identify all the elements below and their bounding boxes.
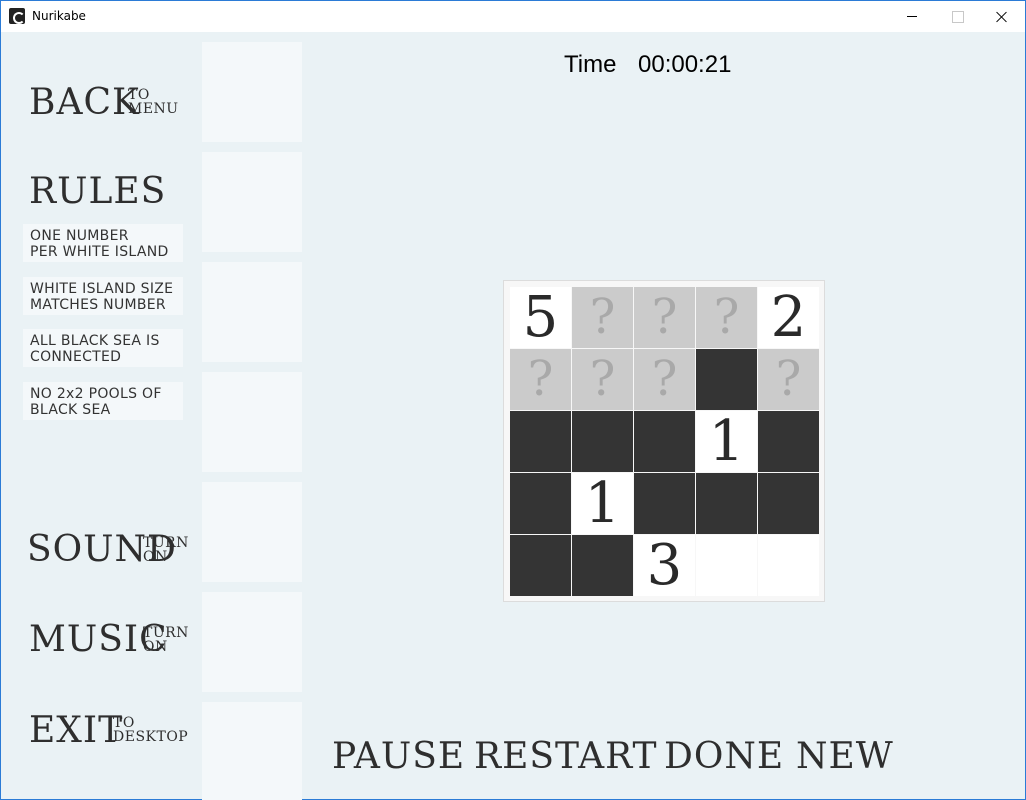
board-cell[interactable]	[634, 473, 695, 534]
title-bar: Nurikabe	[1, 1, 1025, 32]
back-label: BACK	[29, 82, 140, 123]
board-cell[interactable]	[510, 473, 571, 534]
maximize-icon[interactable]	[934, 1, 980, 32]
rule-line: PER WHITE ISLAND	[30, 244, 169, 260]
rule-line: WHITE ISLAND SIZE	[30, 281, 174, 297]
rule-line: MATCHES NUMBER	[30, 297, 166, 313]
side-tile	[202, 702, 302, 800]
side-tile	[202, 262, 302, 362]
rule-item: ONE NUMBER PER WHITE ISLAND	[23, 224, 183, 262]
rules-heading: RULES	[29, 171, 167, 212]
board-cell[interactable]: ?	[696, 287, 757, 348]
minimize-icon[interactable]	[889, 1, 935, 32]
board-cell[interactable]	[510, 535, 571, 596]
side-tile	[202, 592, 302, 692]
rule-item: WHITE ISLAND SIZE MATCHES NUMBER	[23, 277, 183, 315]
close-icon[interactable]	[979, 1, 1025, 32]
board-cell[interactable]	[758, 535, 819, 596]
board-cell[interactable]	[572, 411, 633, 472]
music-small-top: TURN	[143, 625, 189, 641]
back-small-top: TO	[128, 87, 150, 103]
board-cell-clue[interactable]: 1	[696, 411, 757, 472]
board-cell[interactable]	[634, 411, 695, 472]
rule-line: NO 2x2 POOLS OF	[30, 386, 162, 402]
board-cell-clue[interactable]: 2	[758, 287, 819, 348]
exit-label: EXIT	[29, 710, 124, 751]
restart-button[interactable]: RESTART	[474, 736, 658, 777]
side-tile	[202, 482, 302, 582]
board-cell-clue[interactable]: 3	[634, 535, 695, 596]
board-cell[interactable]: ?	[572, 287, 633, 348]
board-cell[interactable]: ?	[572, 349, 633, 410]
rule-line: ONE NUMBER	[30, 228, 129, 244]
sound-small-bottom: ON	[143, 549, 168, 565]
board-cell[interactable]: ?	[634, 349, 695, 410]
board-cell[interactable]	[696, 535, 757, 596]
back-small-bottom: MENU	[128, 101, 179, 117]
board-cell[interactable]	[758, 411, 819, 472]
board-cell[interactable]	[696, 473, 757, 534]
exit-small-top: TO	[113, 715, 135, 731]
done-button[interactable]: DONE	[664, 736, 784, 777]
app-window: Nurikabe BACK TO MENU RULES ONE NUMBER P…	[0, 0, 1026, 800]
puzzle-board: 5??? 2???? 1 1 3	[503, 280, 825, 602]
pause-button[interactable]: PAUSE	[332, 736, 465, 777]
rule-line: BLACK SEA	[30, 402, 111, 418]
timer-value: 00:00:21	[638, 51, 732, 78]
board-cell[interactable]	[758, 473, 819, 534]
board-cell[interactable]: ?	[510, 349, 571, 410]
window-title: Nurikabe	[32, 9, 86, 23]
side-tile	[202, 42, 302, 142]
board-cell-clue[interactable]: 1	[572, 473, 633, 534]
app-icon	[9, 8, 25, 24]
music-small-bottom: ON	[143, 639, 168, 655]
board-cell[interactable]	[572, 535, 633, 596]
rule-line: CONNECTED	[30, 349, 122, 365]
side-tile	[202, 372, 302, 472]
board-cell[interactable]: ?	[634, 287, 695, 348]
rule-item: ALL BLACK SEA IS CONNECTED	[23, 329, 183, 367]
board-cell-clue[interactable]: 5	[510, 287, 571, 348]
exit-small-bottom: DESKTOP	[113, 729, 189, 745]
timer-label: Time	[564, 51, 617, 78]
board-cell[interactable]	[696, 349, 757, 410]
board-cell[interactable]: ?	[758, 349, 819, 410]
new-game-button[interactable]: NEW	[796, 736, 894, 777]
sound-small-top: TURN	[143, 535, 189, 551]
board-cell[interactable]	[510, 411, 571, 472]
rule-item: NO 2x2 POOLS OF BLACK SEA	[23, 382, 183, 420]
rule-line: ALL BLACK SEA IS	[30, 333, 160, 349]
side-tile	[202, 152, 302, 252]
